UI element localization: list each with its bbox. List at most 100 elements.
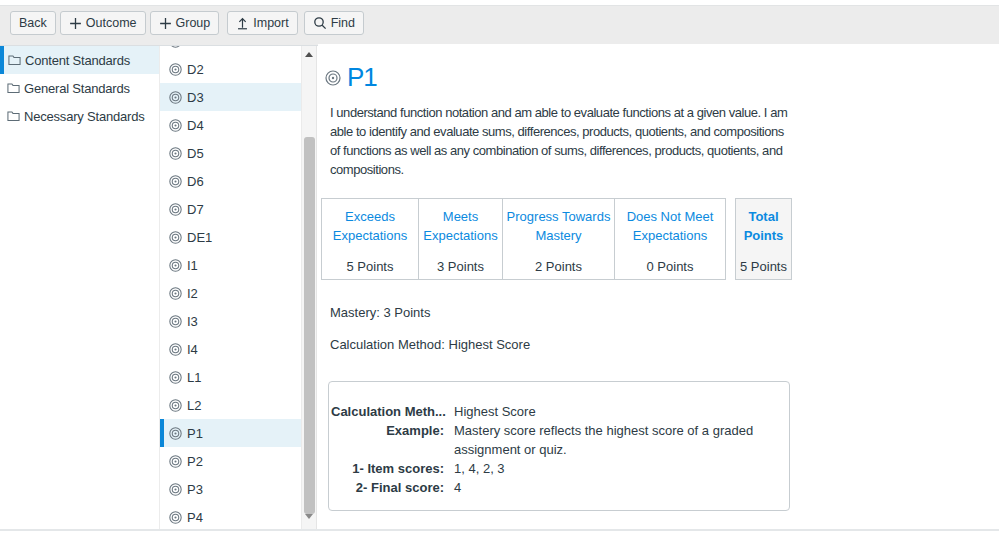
outcome-item-label: P4 bbox=[187, 510, 203, 525]
add-group-button[interactable]: Group bbox=[150, 11, 220, 35]
outcome-item-label: P1 bbox=[187, 426, 203, 441]
outcome-target-icon bbox=[169, 147, 182, 160]
sidebar-group-general-standards[interactable]: General Standards bbox=[0, 74, 159, 102]
outcome-target-icon bbox=[169, 511, 182, 524]
calculation-method-box: Calculation Meth...Highest ScoreExample:… bbox=[328, 381, 790, 511]
calc-row-label: Example: bbox=[331, 421, 444, 459]
rating-cell: Progress Towards Mastery2 Points bbox=[502, 198, 615, 280]
upload-icon bbox=[236, 16, 249, 30]
search-icon bbox=[313, 16, 327, 30]
rating-points: 0 Points bbox=[617, 259, 723, 274]
outcome-item-label: DE1 bbox=[187, 230, 212, 245]
calc-example-row: 2- Final score:4 bbox=[331, 478, 781, 497]
outcome-target-icon bbox=[169, 427, 182, 440]
total-points-value: 5 Points bbox=[736, 259, 791, 274]
outcome-target-icon bbox=[169, 371, 182, 384]
outcome-item-label: D4 bbox=[187, 118, 204, 133]
outcome-item-label: I4 bbox=[187, 342, 198, 357]
folder-icon bbox=[7, 82, 20, 94]
outcome-item-d1[interactable]: D1 bbox=[160, 46, 301, 55]
scrollbar-thumb[interactable] bbox=[304, 137, 315, 514]
sidebar-group-content-standards[interactable]: Content Standards bbox=[0, 46, 159, 74]
outcome-item-l1[interactable]: L1 bbox=[160, 363, 301, 391]
calc-row-label: 2- Final score: bbox=[331, 478, 444, 497]
outcome-item-i1[interactable]: I1 bbox=[160, 251, 301, 279]
outcome-item-label: P3 bbox=[187, 482, 203, 497]
outcome-target-icon bbox=[169, 315, 182, 328]
outcome-item-label: L2 bbox=[187, 398, 201, 413]
calc-row-value: Mastery score reflects the highest score… bbox=[454, 421, 753, 459]
outcome-item-label: I3 bbox=[187, 314, 198, 329]
outcome-item-label: D5 bbox=[187, 146, 204, 161]
calc-row-label: Calculation Meth... bbox=[331, 402, 444, 421]
ratings-table: Exceeds Expectations5 PointsMeets Expect… bbox=[321, 198, 999, 280]
find-button[interactable]: Find bbox=[304, 11, 364, 35]
outcome-item-label: D2 bbox=[187, 62, 204, 77]
outcome-target-icon bbox=[169, 46, 182, 48]
outcome-target-icon bbox=[169, 259, 182, 272]
folder-icon bbox=[8, 54, 21, 66]
rating-cell: Does Not Meet Expectations 0 Points bbox=[614, 198, 726, 280]
outcome-target-icon bbox=[325, 70, 341, 86]
outcome-item-i3[interactable]: I3 bbox=[160, 307, 301, 335]
outcome-item-p1[interactable]: P1 bbox=[160, 419, 301, 447]
outcome-item-d6[interactable]: D6 bbox=[160, 167, 301, 195]
outcome-item-d4[interactable]: D4 bbox=[160, 111, 301, 139]
sidebar-group-label: Content Standards bbox=[25, 53, 130, 68]
rating-points: 3 Points bbox=[421, 259, 500, 274]
scroll-down-button[interactable] bbox=[302, 508, 316, 524]
calc-example-row: Calculation Meth... Highest Score bbox=[331, 402, 781, 421]
outcome-item-label: D3 bbox=[187, 90, 204, 105]
scroll-up-button[interactable] bbox=[302, 46, 316, 62]
outcome-item-d5[interactable]: D5 bbox=[160, 139, 301, 167]
outcome-target-icon bbox=[169, 91, 182, 104]
plus-icon bbox=[69, 17, 82, 30]
sidebar-group-label: Necessary Standards bbox=[24, 109, 144, 124]
rating-points: 2 Points bbox=[505, 259, 612, 274]
outcome-list-scrollbar[interactable] bbox=[301, 46, 317, 529]
outcome-item-l2[interactable]: L2 bbox=[160, 391, 301, 419]
calc-row-value: Highest Score bbox=[454, 402, 536, 421]
outcome-target-icon bbox=[169, 175, 182, 188]
back-button[interactable]: Back bbox=[10, 11, 56, 35]
total-points-cell: Total Points5 Points bbox=[735, 198, 792, 280]
calc-row-value: 1, 4, 2, 3 bbox=[454, 459, 505, 478]
calc-example-row: Example: Mastery score reflects the highe… bbox=[331, 421, 781, 459]
rating-points: 5 Points bbox=[324, 259, 416, 274]
import-label: Import bbox=[253, 16, 288, 30]
import-button[interactable]: Import bbox=[227, 11, 297, 35]
outcome-target-icon bbox=[169, 231, 182, 244]
outcome-item-d2[interactable]: D2 bbox=[160, 55, 301, 83]
page-bottom-border bbox=[0, 529, 999, 531]
mastery-points: Mastery: 3 Points bbox=[330, 303, 999, 322]
outcome-item-p3[interactable]: P3 bbox=[160, 475, 301, 503]
outcome-item-label: D6 bbox=[187, 174, 204, 189]
add-outcome-button[interactable]: Outcome bbox=[60, 11, 146, 35]
folder-icon bbox=[7, 110, 20, 122]
outcome-target-icon bbox=[169, 203, 182, 216]
outcome-title: P1 bbox=[347, 64, 377, 91]
outcome-item-label: L1 bbox=[187, 370, 201, 385]
find-label: Find bbox=[331, 16, 355, 30]
outcome-item-i2[interactable]: I2 bbox=[160, 279, 301, 307]
outcome-target-icon bbox=[169, 483, 182, 496]
outcome-item-d7[interactable]: D7 bbox=[160, 195, 301, 223]
outcome-item-p4[interactable]: P4 bbox=[160, 503, 301, 529]
outcome-item-label: P2 bbox=[187, 454, 203, 469]
outcome-target-icon bbox=[169, 399, 182, 412]
rating-cell: Exceeds Expectations5 Points bbox=[321, 198, 419, 280]
outcomes-page: Back Outcome Group Import Find Content S… bbox=[0, 0, 999, 538]
outcome-target-icon bbox=[169, 455, 182, 468]
outcome-item-i4[interactable]: I4 bbox=[160, 335, 301, 363]
rating-label: Meets Expectations bbox=[421, 207, 500, 245]
sidebar-group-necessary-standards[interactable]: Necessary Standards bbox=[0, 102, 159, 130]
outcome-target-icon bbox=[169, 287, 182, 300]
rating-label: Does Not Meet Expectations bbox=[617, 207, 723, 245]
add-outcome-label: Outcome bbox=[86, 16, 137, 30]
outcome-target-icon bbox=[169, 63, 182, 76]
calc-row-label: 1- Item scores: bbox=[331, 459, 444, 478]
outcome-item-label: I2 bbox=[187, 286, 198, 301]
outcome-item-de1[interactable]: DE1 bbox=[160, 223, 301, 251]
outcome-item-d3[interactable]: D3 bbox=[160, 83, 301, 111]
outcome-item-p2[interactable]: P2 bbox=[160, 447, 301, 475]
